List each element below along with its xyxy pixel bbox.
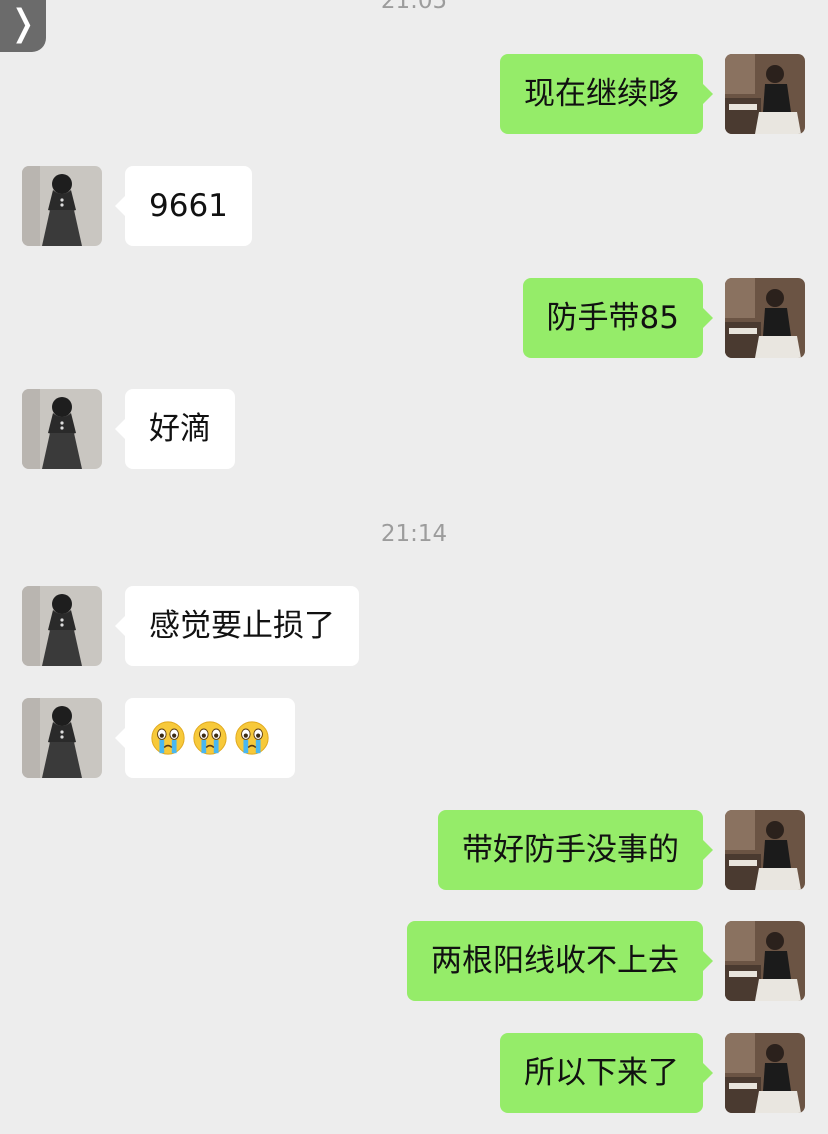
message-bubble-sent[interactable]: 防手带85 (522, 278, 714, 358)
message-bubble-sent[interactable]: 所以下来了 (500, 1033, 713, 1113)
self-avatar[interactable] (725, 810, 805, 890)
crying-face-icon (191, 719, 229, 757)
timestamp: 21:14 (380, 521, 448, 547)
message-bubble-sent[interactable]: 两根阳线收不上去 (407, 921, 713, 1001)
message-bubble-sent[interactable]: 现在继续哆 (500, 54, 713, 134)
contact-avatar[interactable] (22, 166, 102, 246)
message-bubble-received[interactable]: 9661 (115, 166, 252, 246)
contact-avatar[interactable] (22, 698, 102, 778)
message-bubble-sent[interactable]: 带好防手没事的 (438, 810, 713, 890)
self-avatar[interactable] (725, 921, 805, 1001)
timestamp: 21:05 (380, 0, 448, 14)
message-bubble-received[interactable]: 感觉要止损了 (115, 586, 359, 666)
crying-face-icon (233, 719, 271, 757)
self-avatar[interactable] (725, 278, 805, 358)
message-bubble-received-emoji[interactable] (115, 698, 295, 778)
message-bubble-received[interactable]: 好滴 (115, 389, 235, 469)
self-avatar[interactable] (725, 54, 805, 134)
self-avatar[interactable] (725, 1033, 805, 1113)
contact-avatar[interactable] (22, 389, 102, 469)
contact-avatar[interactable] (22, 586, 102, 666)
crying-face-icon (149, 719, 187, 757)
